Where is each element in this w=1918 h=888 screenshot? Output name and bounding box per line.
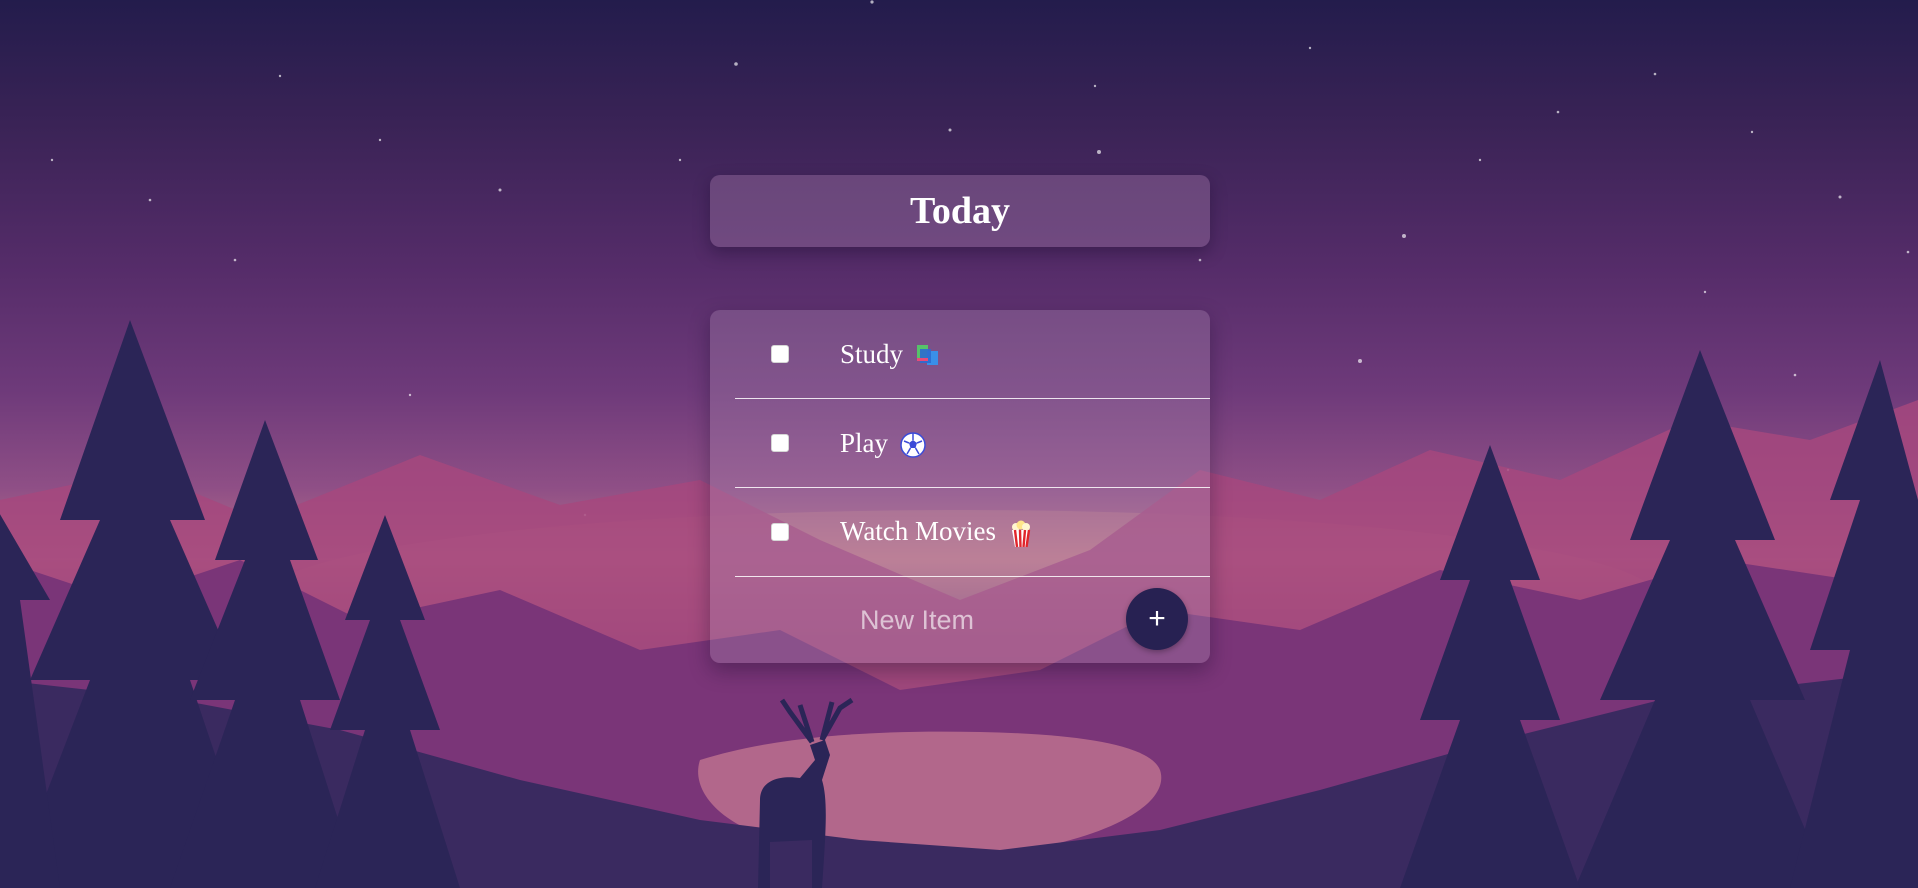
item-label-text: Study — [840, 338, 904, 369]
item-checkbox[interactable] — [771, 523, 789, 541]
list-item: Watch Movies — [735, 488, 1210, 577]
new-item-input[interactable] — [735, 597, 1099, 643]
books-icon — [915, 343, 943, 369]
soccer-ball-icon — [900, 432, 926, 459]
page-title: Today — [910, 190, 1010, 232]
item-label-text: Watch Movies — [840, 516, 997, 547]
list-item: Play — [735, 399, 1210, 488]
item-checkbox[interactable] — [771, 434, 789, 452]
new-item-row: + — [710, 577, 1210, 662]
add-item-button[interactable]: + — [1126, 588, 1188, 650]
item-label-text: Play — [840, 427, 889, 458]
item-label: Watch Movies — [840, 516, 1034, 548]
item-label: Play — [840, 428, 926, 459]
item-label: Study — [840, 339, 943, 370]
popcorn-icon — [1008, 520, 1034, 548]
list-item: Study — [735, 310, 1210, 399]
header-card: Today — [710, 175, 1210, 247]
item-checkbox[interactable] — [771, 345, 789, 363]
todo-list-card: Study Play Watch Movies + — [710, 310, 1210, 663]
